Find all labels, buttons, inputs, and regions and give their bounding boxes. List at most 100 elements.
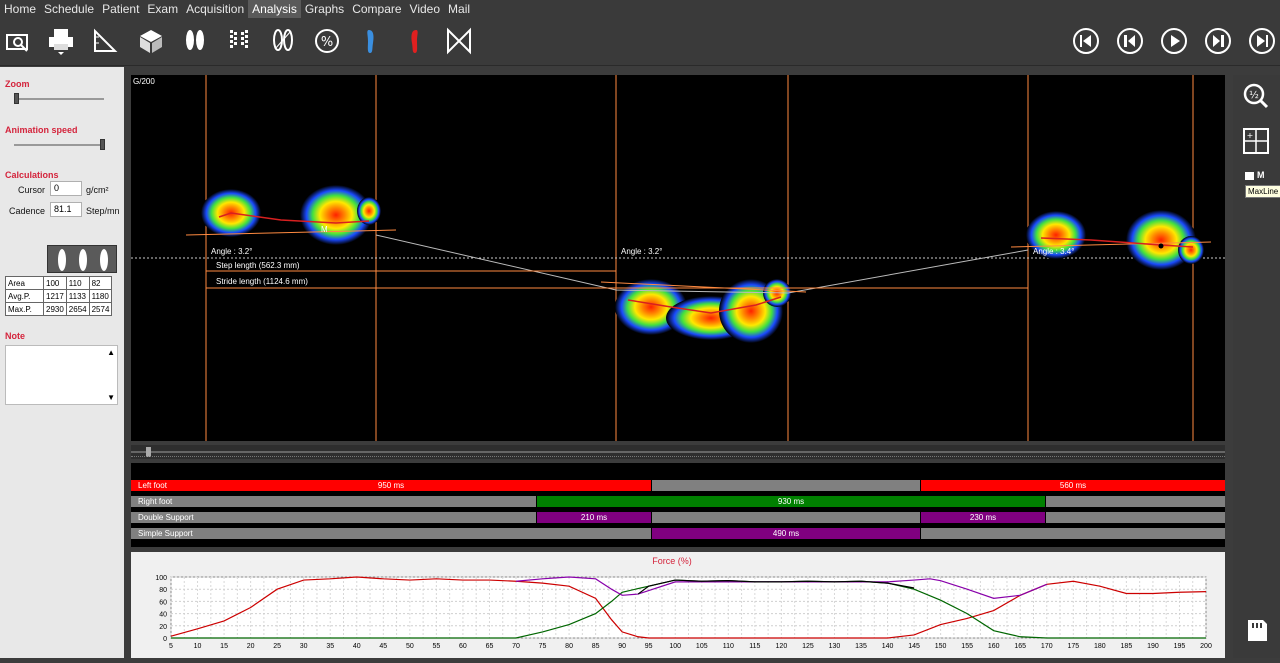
ruler-triangle-icon[interactable]	[90, 26, 120, 56]
foot-selector[interactable]	[47, 245, 117, 273]
zoom-slider-track[interactable]	[14, 98, 104, 100]
animation-speed-title: Animation speed	[5, 125, 78, 135]
percent-icon[interactable]: %	[312, 26, 342, 56]
x-tick-label: 130	[829, 643, 841, 650]
x-tick-label: 190	[1147, 643, 1159, 650]
x-tick-label: 115	[749, 643, 760, 650]
x-tick-label: 55	[432, 643, 440, 650]
x-tick-label: 145	[908, 643, 920, 650]
timeline-segment	[652, 480, 920, 491]
x-tick-label: 40	[353, 643, 361, 650]
x-tick-label: 30	[300, 643, 308, 650]
camera-search-icon[interactable]	[4, 26, 34, 56]
stats-row: Max.P. 2930 2654 2574	[5, 302, 113, 316]
scrub-bar[interactable]	[131, 445, 1225, 459]
x-tick-label: 160	[988, 643, 1000, 650]
calculations-title: Calculations	[5, 170, 59, 180]
right-foot-icon[interactable]	[400, 26, 430, 56]
stats-cell: 82	[88, 276, 113, 290]
zoom-slider-thumb[interactable]	[14, 93, 19, 104]
x-tick-label: 95	[645, 643, 653, 650]
menu-item-video[interactable]: Video	[406, 0, 444, 18]
printer-icon[interactable]	[46, 26, 76, 56]
zoom-ratio-icon[interactable]: ½	[1243, 83, 1269, 109]
x-tick-label: 120	[776, 643, 788, 650]
x-tick-label: 175	[1067, 643, 1079, 650]
timeline-segment	[131, 496, 536, 507]
skip-last-icon[interactable]	[1247, 26, 1277, 56]
stats-row: Area 100 110 82	[5, 276, 113, 290]
x-tick-label: 125	[802, 643, 814, 650]
scroll-down-icon[interactable]: ▼	[107, 393, 115, 402]
footprint-lines-icon[interactable]	[268, 26, 298, 56]
svg-text:½: ½	[1249, 89, 1259, 101]
stats-cell: 2930	[43, 302, 67, 316]
step-length-label: Step length (562.3 mm)	[216, 261, 300, 270]
menu-item-analysis[interactable]: Analysis	[248, 0, 301, 18]
cursor-field[interactable]: 0	[50, 181, 82, 196]
angle-label-2: Angle : 3.2°	[621, 247, 662, 256]
menu-item-patient[interactable]: Patient	[98, 0, 143, 18]
note-textarea[interactable]: ▲ ▼	[5, 345, 118, 405]
right-panel: ½ + M	[1233, 75, 1280, 658]
m-label: M	[1257, 170, 1265, 180]
play-icon[interactable]	[1159, 26, 1189, 56]
x-tick-label: 150	[935, 643, 947, 650]
menu-item-acquisition[interactable]: Acquisition	[182, 0, 248, 18]
svg-text:%: %	[321, 35, 333, 50]
timeline-segment: 490 ms	[652, 528, 920, 539]
timeline-label-double-support: Double Support	[138, 513, 194, 522]
y-tick-label: 80	[159, 587, 167, 594]
x-tick-label: 170	[1041, 643, 1053, 650]
stats-cell: 110	[65, 276, 90, 290]
cube-icon[interactable]	[136, 26, 166, 56]
speed-slider-track[interactable]	[14, 144, 104, 146]
sd-card-icon[interactable]	[1243, 617, 1269, 643]
marker-label: M	[321, 225, 328, 234]
x-tick-label: 105	[696, 643, 708, 650]
footprint-grid-icon[interactable]	[224, 26, 254, 56]
menu-item-schedule[interactable]: Schedule	[40, 0, 98, 18]
menu-item-exam[interactable]: Exam	[143, 0, 182, 18]
stats-cell: 1133	[65, 289, 90, 303]
timeline-label-simple-support: Simple Support	[138, 529, 193, 538]
left-foot-icon[interactable]	[356, 26, 386, 56]
menu-item-graphs[interactable]: Graphs	[301, 0, 348, 18]
gait-timeline: 950 ms 560 ms Left foot 930 ms Right foo…	[131, 463, 1225, 547]
y-tick-label: 40	[159, 612, 167, 619]
speed-slider-thumb[interactable]	[100, 139, 105, 150]
y-tick-label: 60	[159, 599, 167, 606]
x-tick-label: 200	[1200, 643, 1212, 650]
left-panel: Zoom Animation speed Calculations Cursor…	[0, 67, 124, 658]
timeline-row-right-foot: 930 ms Right foot	[131, 496, 1225, 507]
timeline-row-double-support: 210 ms 230 ms Double Support	[131, 512, 1225, 523]
m-checkbox[interactable]	[1245, 172, 1254, 180]
timeline-segment: 210 ms	[537, 512, 651, 523]
x-tick-label: 180	[1094, 643, 1106, 650]
timeline-row-simple-support: 490 ms Simple Support	[131, 528, 1225, 539]
x-tick-label: 25	[273, 643, 281, 650]
stats-cell: 2654	[65, 302, 90, 316]
menu-item-mail[interactable]: Mail	[444, 0, 474, 18]
scroll-up-icon[interactable]: ▲	[107, 348, 115, 357]
menu-item-compare[interactable]: Compare	[348, 0, 405, 18]
hourglass-icon[interactable]	[444, 26, 474, 56]
step-forward-icon[interactable]	[1203, 26, 1233, 56]
x-tick-label: 165	[1014, 643, 1026, 650]
timeline-segment: 930 ms	[537, 496, 1045, 507]
stride-length-label: Stride length (1124.6 mm)	[216, 277, 308, 286]
calculator-icon[interactable]: +	[1243, 128, 1269, 154]
stats-cell: Avg.P.	[5, 289, 44, 303]
menu-item-home[interactable]: Home	[0, 0, 40, 18]
timeline-segment: 950 ms	[131, 480, 651, 491]
step-back-icon[interactable]	[1115, 26, 1145, 56]
menu-bar: Home Schedule Patient Exam Acquisition Analys…	[0, 0, 1280, 18]
skip-first-icon[interactable]	[1071, 26, 1101, 56]
x-tick-label: 50	[406, 643, 414, 650]
feet-icon[interactable]	[180, 26, 210, 56]
footprint-viewer[interactable]: G/200 Angle : 3.2° Angle : 3.2° Angle : …	[131, 75, 1225, 441]
timeline-label-right-foot: Right foot	[138, 497, 173, 506]
feet-selector-icon	[58, 249, 108, 271]
cadence-field[interactable]: 81.1	[50, 202, 82, 217]
x-tick-label: 140	[882, 643, 894, 650]
